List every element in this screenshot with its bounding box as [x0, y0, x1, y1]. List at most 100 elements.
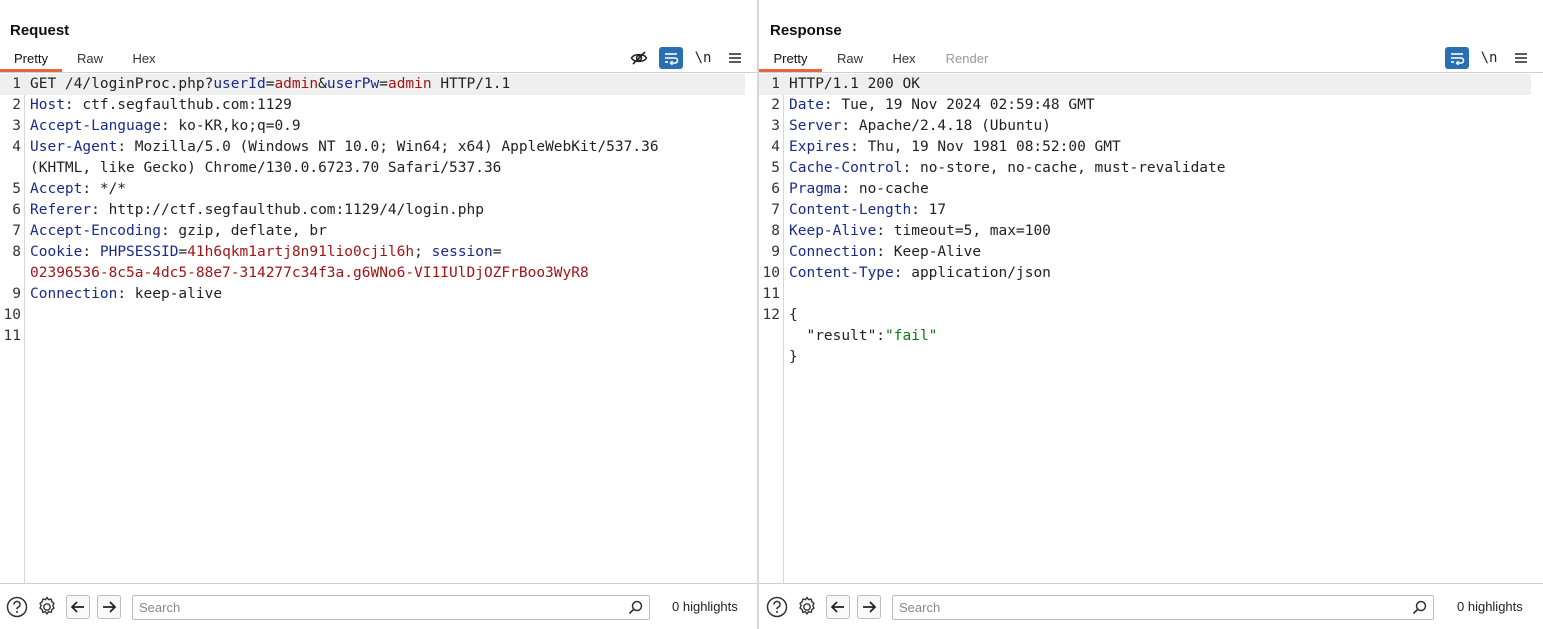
line-number: 5 [12, 181, 21, 197]
line-content: Content-Length: 17 [780, 200, 946, 221]
code-text: : no-store, no-cache, must-revalidate [902, 160, 1226, 176]
menu-icon [1515, 53, 1527, 63]
header-name: Content-Length [789, 202, 912, 218]
header-name: Cookie [30, 244, 83, 260]
code-text: : ctf.segfaulthub.com:1129 [64, 97, 292, 113]
header-name: Accept [30, 181, 83, 197]
response-tab-raw[interactable]: Raw [822, 48, 878, 72]
gear-icon [39, 596, 55, 615]
request-line: 6 Referer: http://ctf.segfaulthub.com:112… [0, 200, 745, 221]
line-content: Accept-Encoding: gzip, deflate, br [21, 221, 327, 242]
request-line: 8 Cookie: PHPSESSID=41h6qkm1artj8n91lio0c… [0, 242, 745, 263]
response-newline-button[interactable]: \n [1477, 47, 1501, 69]
request-line: (KHTML, like Gecko) Chrome/130.0.6723.70… [0, 158, 745, 179]
response-menu-button[interactable] [1509, 47, 1533, 69]
response-next-button[interactable] [857, 595, 881, 619]
line-number: 11 [762, 286, 780, 302]
response-tab-hex[interactable]: Hex [878, 48, 930, 72]
request-help-button[interactable] [5, 595, 29, 619]
header-name: Cache-Control [789, 160, 903, 176]
request-settings-button[interactable] [35, 595, 59, 619]
request-line: 5 Accept: */* [0, 179, 745, 200]
response-line: 11 [759, 284, 1531, 305]
code-text: { [789, 307, 798, 323]
response-search-input[interactable] [893, 596, 1433, 619]
line-content: "result":"fail" [780, 326, 937, 347]
code-text: = [492, 244, 502, 260]
line-content: { [780, 305, 798, 326]
line-content: Pragma: no-cache [780, 179, 929, 200]
request-word-wrap-button[interactable] [659, 47, 683, 69]
header-name: Connection [789, 244, 877, 260]
param-name: PHPSESSID [99, 244, 179, 260]
request-line: 2 Host: ctf.segfaulthub.com:1129 [0, 95, 745, 116]
eye-slash-icon [630, 51, 648, 65]
param-name: userId [213, 76, 266, 92]
response-highlights-count: 0 highlights [1457, 599, 1523, 614]
code-text: : http://ctf.segfaulthub.com:1129/4/logi… [91, 202, 484, 218]
request-tab-pretty[interactable]: Pretty [0, 48, 62, 72]
request-tab-raw[interactable]: Raw [62, 48, 118, 72]
response-settings-button[interactable] [795, 595, 819, 619]
param-value: 41h6qkm1artj8n91lio0cjil6h [187, 244, 415, 260]
line-number: 2 [12, 97, 21, 113]
arrow-left-icon [830, 601, 844, 613]
response-help-button[interactable] [765, 595, 789, 619]
response-bottom-bar: 0 highlights [759, 583, 1543, 629]
line-number: 7 [771, 202, 780, 218]
response-line: "result":"fail" [759, 326, 1531, 347]
header-name: Pragma [789, 181, 842, 197]
line-number: 3 [12, 118, 21, 134]
request-editor[interactable]: 1 GET /4/loginProc.php?userId=admin&userP… [0, 73, 757, 583]
code-text: } [789, 349, 798, 365]
request-line: 1 GET /4/loginProc.php?userId=admin&userP… [0, 74, 745, 95]
code-text: ; [414, 244, 432, 260]
help-icon [766, 596, 788, 618]
line-number: 4 [771, 139, 780, 155]
request-search-button[interactable] [628, 600, 643, 620]
request-prev-button[interactable] [66, 595, 90, 619]
response-search-button[interactable] [1412, 600, 1427, 620]
request-bottom-bar: 0 highlights [0, 583, 757, 629]
response-tab-pretty[interactable]: Pretty [759, 48, 822, 72]
line-number: 12 [762, 307, 780, 323]
line-content: } [780, 347, 798, 368]
param-value: admin [387, 76, 432, 92]
code-text: : [82, 244, 100, 260]
line-content: Date: Tue, 19 Nov 2024 02:59:48 GMT [780, 95, 1095, 116]
line-number [0, 158, 21, 179]
request-hide-button[interactable] [627, 47, 651, 69]
response-editor[interactable]: 1 HTTP/1.1 200 OK 2 Date: Tue, 19 Nov 2024 … [759, 73, 1543, 583]
request-search-input[interactable] [133, 596, 649, 619]
line-content: Cookie: PHPSESSID = 41h6qkm1artj8n91lio0cj… [21, 242, 501, 263]
response-line: 5 Cache-Control: no-store, no-cache, must… [759, 158, 1531, 179]
line-content: Content-Type: application/json [780, 263, 1051, 284]
response-word-wrap-button[interactable] [1445, 47, 1469, 69]
request-next-button[interactable] [97, 595, 121, 619]
response-pane: Response Pretty Raw Hex Render \n 1 HTTP/… [759, 0, 1543, 629]
request-tab-hex[interactable]: Hex [118, 48, 170, 72]
line-content: Cache-Control: no-store, no-cache, must-… [780, 158, 1226, 179]
response-prev-button[interactable] [826, 595, 850, 619]
request-newline-button[interactable]: \n [691, 47, 715, 69]
line-content: User-Agent: Mozilla/5.0 (Windows NT 10.0… [21, 137, 659, 158]
search-icon [1412, 600, 1427, 615]
request-menu-button[interactable] [723, 47, 747, 69]
line-number: 10 [3, 307, 21, 323]
line-number: 7 [12, 223, 21, 239]
header-name: User-Agent [30, 139, 118, 155]
code-text: & [318, 76, 327, 92]
line-content: Keep-Alive: timeout=5, max=100 [780, 221, 1051, 242]
gear-icon [799, 596, 815, 615]
line-content [21, 326, 30, 347]
line-content: Referer: http://ctf.segfaulthub.com:1129… [21, 200, 484, 221]
response-tab-render[interactable]: Render [930, 48, 1004, 72]
response-tabs: Pretty Raw Hex Render [759, 48, 1004, 72]
line-number: 1 [771, 76, 780, 92]
header-name: Date [789, 97, 824, 113]
header-name: Accept-Language [30, 118, 161, 134]
arrow-right-icon [863, 601, 877, 613]
code-text: (KHTML, like Gecko) Chrome/130.0.6723.70… [30, 160, 502, 176]
code-text: "result": [789, 328, 886, 344]
line-content: Host: ctf.segfaulthub.com:1129 [21, 95, 292, 116]
